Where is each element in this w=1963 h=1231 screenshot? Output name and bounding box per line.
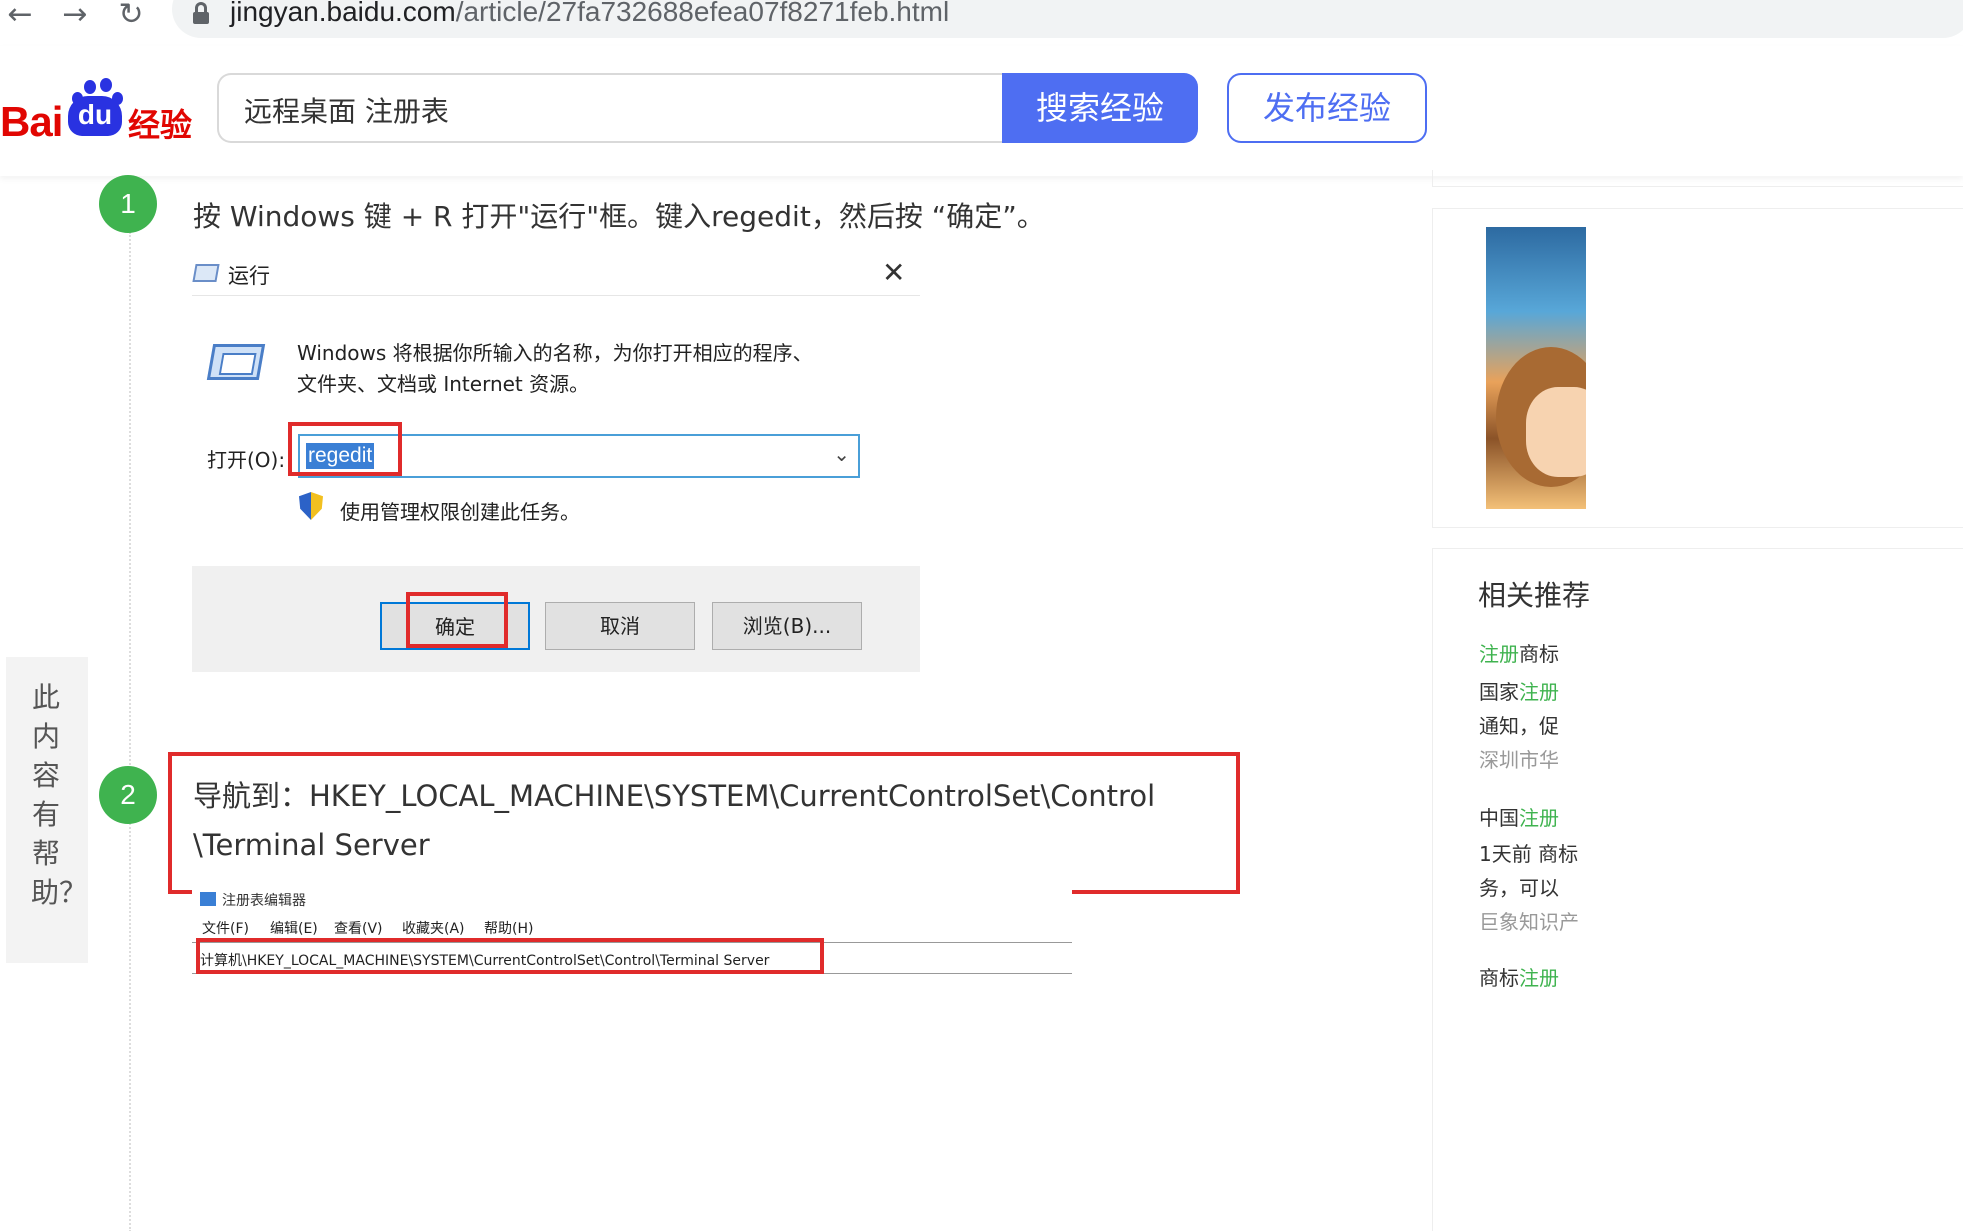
helpful-feedback-text[interactable]: 此内容有帮助？ [31,678,87,912]
cancel-button: 取消 [545,602,695,650]
browse-button: 浏览(B)... [712,602,862,650]
search-input-value[interactable]: 远程桌面 注册表 [244,90,449,130]
registry-menu-item: 收藏夹(A) [402,921,465,937]
sidebar-card [1432,170,1963,187]
step-2-line: \Terminal Server [193,828,430,862]
highlight-box-regedit [288,422,402,476]
close-icon: ✕ [882,256,906,289]
run-title: 运行 [228,264,270,288]
related-item-desc: 1天前 商标 [1479,842,1579,866]
illustration-face [1526,387,1586,477]
registry-menu-item: 查看(V) [334,921,383,937]
highlight-keyword: 注册 [1519,966,1559,990]
url-text[interactable]: jingyan.baidu.com/article/27fa732688efea… [230,0,949,28]
run-open-label: 打开(O): [207,448,286,472]
logo-du-text: du [68,96,122,136]
run-description-line: 文件夹、文档或 Internet 资源。 [297,372,590,396]
run-description: Windows 将根据你所输入的名称，为你打开相应的程序、 文件夹、文档或 In… [297,338,813,400]
related-item-desc: 通知，促 [1479,714,1559,738]
registry-menu-item: 帮助(H) [484,921,534,937]
registry-editor-screenshot: 注册表编辑器 文件(F) 编辑(E) 查看(V) 收藏夹(A) 帮助(H) 计算… [192,888,1072,980]
chevron-down-icon: ⌄ [833,442,850,466]
paw-toe [84,80,96,94]
run-dialog-screenshot: 运行 ✕ Windows 将根据你所输入的名称，为你打开相应的程序、 文件夹、文… [192,252,920,672]
highlight-box-ok [406,592,508,648]
back-icon[interactable]: ← [5,0,35,30]
step-number-2: 2 [99,766,157,824]
highlight-keyword: 注册 [1479,642,1519,666]
related-item-title-text: 中国 [1479,806,1519,830]
browser-toolbar: ← → ↻ jingyan.baidu.com/article/27fa7326… [0,0,1963,46]
logo-jingyan-text: 经验 [128,106,193,144]
step-number-1: 1 [99,175,157,233]
run-titlebar: 运行 ✕ [192,252,920,296]
related-item-source: 巨象知识产 [1479,910,1579,934]
forward-icon[interactable]: → [60,0,90,30]
url-path: /article/27fa732688efea07f8271feb.html [455,0,950,27]
related-item-title-text: 商标 [1519,642,1559,666]
run-admin-text: 使用管理权限创建此任务。 [340,500,580,524]
step-2-text: 导航到：HKEY_LOCAL_MACHINE\SYSTEM\CurrentCon… [193,772,1155,870]
related-item-title[interactable]: 商标注册 [1479,962,1559,991]
reload-icon[interactable]: ↻ [116,0,146,30]
related-item-desc: 国家注册 [1479,676,1559,705]
step-1-text: 按 Windows 键 + R 打开"运行"框。键入regedit，然后按 “确… [193,200,1045,233]
run-program-icon [206,344,266,380]
run-app-icon [192,264,220,282]
highlight-keyword: 注册 [1519,806,1559,830]
step-timeline [129,232,131,1231]
related-item-title-text: 商标 [1479,966,1519,990]
logo-bai-text: Bai [0,98,63,145]
publish-button[interactable]: 发布经验 [1227,73,1427,143]
registry-menu-item: 编辑(E) [270,921,318,937]
registry-icon [200,892,216,906]
lock-icon[interactable] [193,2,209,24]
highlight-keyword: 注册 [1519,680,1559,704]
url-host: jingyan.baidu.com [230,0,456,27]
related-item-title[interactable]: 中国注册 [1479,802,1559,831]
registry-title: 注册表编辑器 [222,893,306,909]
related-item-desc-text: 国家 [1479,680,1519,704]
run-button-bar: 确定 取消 浏览(B)... [192,566,920,672]
registry-menu-item: 文件(F) [202,921,249,937]
run-description-line: Windows 将根据你所输入的名称，为你打开相应的程序、 [297,341,813,365]
sidebar-ad-image[interactable] [1486,227,1586,509]
related-title: 相关推荐 [1478,579,1591,612]
related-item-desc: 务，可以 [1479,876,1559,900]
shield-icon [299,492,323,520]
related-item-source: 深圳市华 [1479,748,1559,772]
step-2-line: 导航到：HKEY_LOCAL_MACHINE\SYSTEM\CurrentCon… [193,779,1156,813]
related-item-title[interactable]: 注册商标 [1479,638,1559,667]
paw-toe [100,78,112,92]
highlight-box-address [196,938,824,974]
search-button[interactable]: 搜索经验 [1002,73,1198,143]
